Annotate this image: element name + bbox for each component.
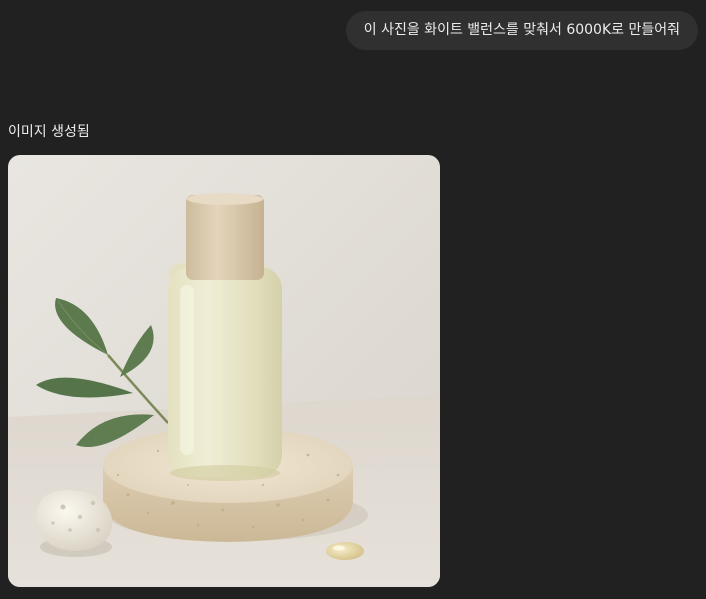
- product-photo: [8, 155, 440, 587]
- chat-page: 이 사진을 화이트 밸런스를 맞춰서 6000K로 만들어줘 이미지 생성됨: [0, 0, 706, 599]
- image-generated-label: 이미지 생성됨: [8, 124, 90, 140]
- user-message-text: 이 사진을 화이트 밸런스를 맞춰서 6000K로 만들어줘: [363, 22, 680, 38]
- oil-droplet: [326, 542, 364, 560]
- user-message-bubble: 이 사진을 화이트 밸런스를 맞춰서 6000K로 만들어줘: [345, 11, 698, 50]
- white-pebble: [36, 490, 113, 557]
- generated-image[interactable]: [8, 155, 440, 587]
